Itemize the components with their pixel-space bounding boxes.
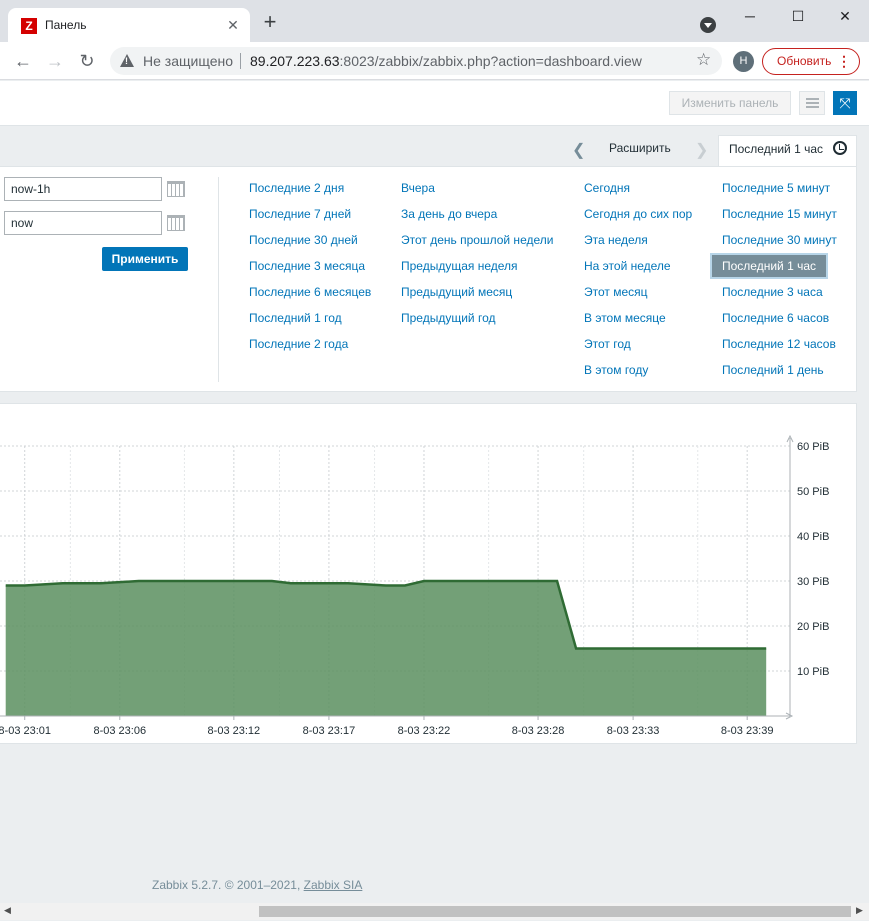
chevron-left-icon[interactable]: ❮ [572,140,585,160]
calendar-icon[interactable] [167,215,185,231]
security-label[interactable]: Не защищено [143,53,233,69]
kiosk-mode-icon[interactable]: ⤧ [833,91,857,115]
quick-range-link[interactable]: Последние 3 месяца [249,259,365,273]
time-filter-tabs: ❮ Расширить ❯ Последний 1 час [0,126,869,168]
omnibox-divider [240,53,241,69]
more-vert-icon: ⋮ [837,53,851,69]
quick-range-link[interactable]: Последний 1 день [722,363,824,377]
edit-dashboard-button[interactable]: Изменить панель [669,91,791,115]
menu-icon [806,106,819,108]
apply-button[interactable]: Применить [102,247,188,271]
tab-close-icon[interactable]: ✕ [224,16,242,34]
y-tick-label: 20 PiB [797,621,829,633]
page-footer: Zabbix 5.2.7. © 2001–2021, Zabbix SIA [152,878,362,892]
graph-chart[interactable]: 10 PiB 20 PiB 30 PiB 40 PiB 50 PiB 60 PiB 8-03… [0,404,857,745]
graph-widget: 10 PiB 20 PiB 30 PiB 40 PiB 50 PiB 60 PiB 8-03… [0,403,857,744]
update-browser-button[interactable]: Обновить ⋮ [762,48,860,75]
minimize-icon[interactable]: ─ [735,4,765,28]
y-tick-label: 10 PiB [797,666,829,678]
calendar-icon[interactable] [167,181,185,197]
x-tick-label: 8-03 23:33 [607,725,660,737]
quick-range-link[interactable]: Последний 1 год [249,311,342,325]
quick-range-link[interactable]: Эта неделя [584,233,648,247]
quick-range-link[interactable]: На этой неделе [584,259,671,273]
quick-range-link[interactable]: Последние 2 года [249,337,348,351]
x-tick-label: 8-03 23:01 [0,725,51,737]
quick-range-link[interactable]: Последние 12 часов [722,337,836,351]
filter-divider [218,177,219,382]
quick-range-link[interactable]: Последние 30 минут [722,233,837,247]
clock-icon [833,141,847,155]
to-input[interactable] [4,211,162,235]
tab-time-range[interactable]: Последний 1 час [718,135,857,168]
quick-range-link[interactable]: Последние 7 дней [249,207,351,221]
profile-avatar[interactable]: Н [733,51,754,72]
dashboard-header: Изменить панель ⤧ [0,81,869,126]
quick-range-link[interactable]: Предыдущий год [401,311,495,325]
scroll-left-icon[interactable]: ◀ [4,905,11,916]
quick-range-link[interactable]: За день до вчера [401,207,497,221]
x-tick-label: 8-03 23:28 [512,725,565,737]
x-tick-label: 8-03 23:06 [93,725,146,737]
active-range-label: Последний 1 час [729,142,824,156]
tab-title: Панель [45,18,87,32]
browser-toolbar: ← → ↻ Не защищено 89.207.223.63:8023/zab… [0,42,869,80]
quick-range-link[interactable]: Этот год [584,337,631,351]
quick-range-link[interactable]: Последние 15 минут [722,207,837,221]
quick-range-link[interactable]: Этот день прошлой недели [401,233,553,247]
back-icon[interactable]: ← [13,51,33,71]
y-tick-label: 60 PiB [797,441,829,453]
scrollbar-thumb[interactable] [259,906,851,917]
quick-range-link[interactable]: В этом году [584,363,648,377]
quick-range-link[interactable]: Последние 30 дней [249,233,358,247]
quick-range-link[interactable]: Последние 2 дня [249,181,344,195]
maximize-icon[interactable]: ☐ [783,4,813,28]
quick-range-link[interactable]: Последние 6 часов [722,311,829,325]
quick-range-link[interactable]: Сегодня до сих пор [584,207,692,221]
bookmark-star-icon[interactable]: ☆ [696,50,711,70]
dashboard-menu-button[interactable] [799,91,825,115]
update-label: Обновить [777,54,832,68]
url-text[interactable]: 89.207.223.63:8023/zabbix/zabbix.php?act… [250,53,642,69]
x-tick-label: 8-03 23:17 [303,725,356,737]
menu-icon [806,98,819,100]
address-bar[interactable]: Не защищено 89.207.223.63:8023/zabbix/za… [110,47,722,75]
x-tick-label: 8-03 23:12 [208,725,261,737]
quick-range-link[interactable]: Последние 6 месяцев [249,285,371,299]
zabbix-favicon-icon: Z [21,18,37,34]
time-filter-panel: Применить Последние 2 дня Последние 7 дне… [0,166,857,392]
url-path: :8023/zabbix/zabbix.php?action=dashboard… [339,53,642,69]
quick-range-link[interactable]: Этот месяц [584,285,648,299]
footer-zabbix-link[interactable]: Zabbix SIA [304,878,363,892]
menu-icon [806,102,819,104]
reload-icon[interactable]: ↻ [77,51,97,71]
zoom-out-button[interactable]: Расширить [609,141,671,155]
browser-tab[interactable]: Z Панель ✕ [8,8,250,42]
quick-range-link[interactable]: В этом месяце [584,311,666,325]
horizontal-scrollbar[interactable]: ◀ ▶ [0,903,869,920]
quick-range-link[interactable]: Предыдущий месяц [401,285,512,299]
quick-range-link[interactable]: Сегодня [584,181,630,195]
y-tick-label: 40 PiB [797,531,829,543]
new-tab-icon[interactable]: + [259,11,281,34]
from-input[interactable] [4,177,162,201]
quick-range-link[interactable]: Последний 1 час [710,253,829,279]
quick-range-link[interactable]: Вчера [401,181,435,195]
y-tick-label: 50 PiB [797,486,829,498]
x-tick-label: 8-03 23:22 [398,725,451,737]
forward-icon[interactable]: → [45,51,65,71]
chevron-right-icon[interactable]: ❯ [695,140,708,160]
quick-range-link[interactable]: Последние 5 минут [722,181,830,195]
quick-range-link[interactable]: Последние 3 часа [722,285,823,299]
quick-range-link[interactable]: Предыдущая неделя [401,259,518,273]
browser-tab-bar: Z Панель ✕ + ─ ☐ ✕ [0,0,869,42]
y-tick-label: 30 PiB [797,576,829,588]
x-tick-label: 8-03 23:39 [721,725,774,737]
close-window-icon[interactable]: ✕ [830,4,860,28]
tab-search-icon[interactable] [700,17,716,33]
url-host: 89.207.223.63 [250,53,340,69]
warning-icon [120,54,134,67]
scroll-right-icon[interactable]: ▶ [856,905,863,916]
footer-copyright: Zabbix 5.2.7. © 2001–2021, [152,878,301,892]
